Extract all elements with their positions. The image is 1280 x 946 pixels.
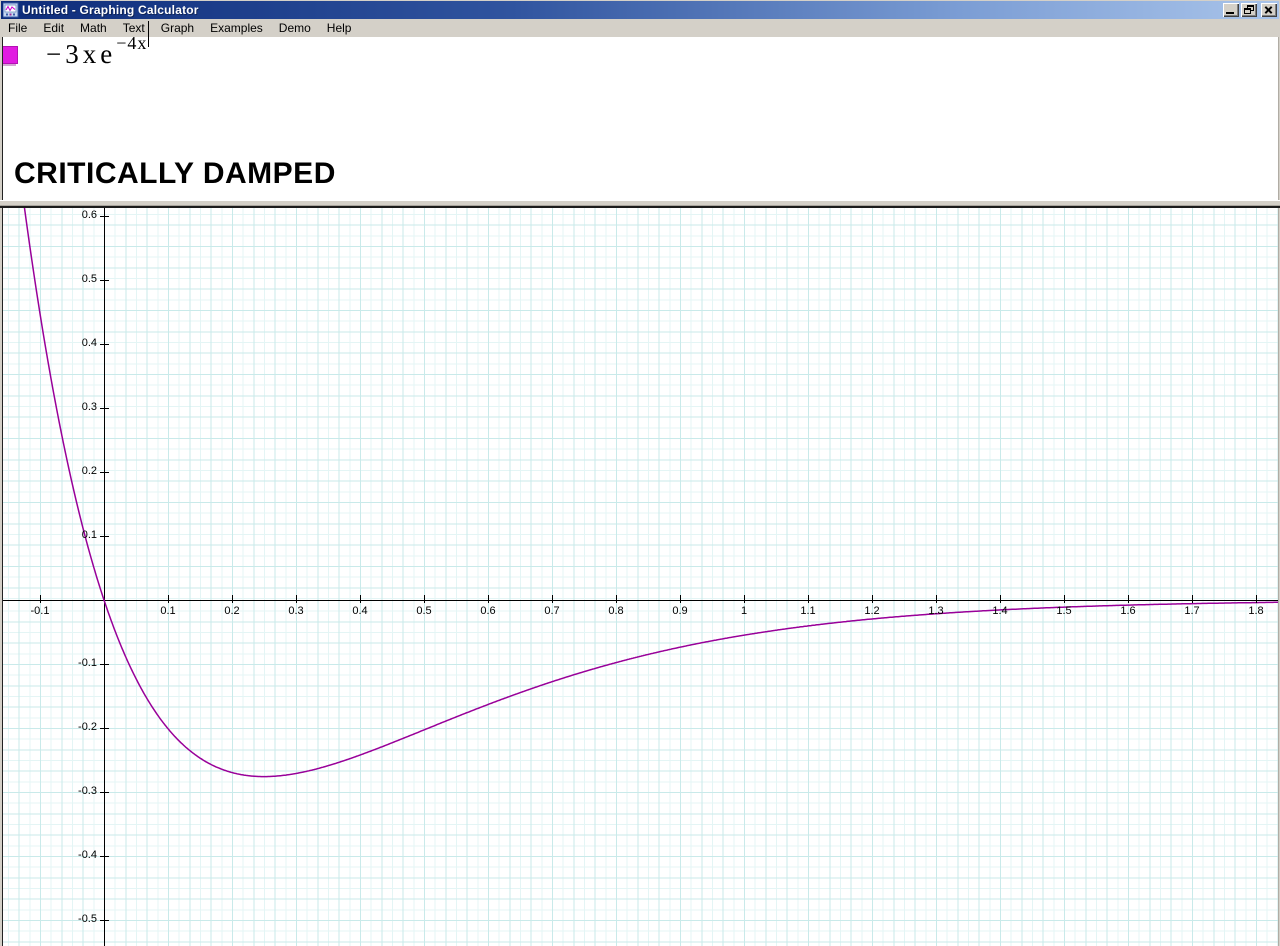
minimize-icon [1226,12,1234,14]
x-tick-label: 0.8 [608,605,623,617]
x-tick-label: 1.2 [864,605,879,617]
x-tick-label: 1.7 [1184,605,1199,617]
annotation-text[interactable]: CRITICALLY DAMPED [14,157,336,191]
equation-base: −3xe [46,39,116,69]
x-tick-label: 0.2 [224,605,239,617]
app-icon[interactable] [3,2,19,18]
y-tick [100,792,109,793]
x-tick-label: 1.6 [1120,605,1135,617]
menu-item-help[interactable]: Help [319,20,360,36]
x-tick [424,595,425,603]
x-tick [872,595,873,603]
x-tick-label: 0.7 [544,605,559,617]
x-tick [168,595,169,603]
x-tick [232,595,233,603]
x-tick [40,595,41,603]
y-tick [100,920,109,921]
x-tick-label: 1.8 [1248,605,1263,617]
y-tick-label: -0.2 [0,721,97,733]
menu-item-file[interactable]: File [2,20,35,36]
pane-border [0,208,3,946]
x-tick [744,595,745,603]
y-tick-label: -0.3 [0,785,97,797]
menubar: File Edit Math Text Graph Examples Demo … [2,19,1278,37]
menu-item-graph[interactable]: Graph [153,20,202,36]
y-tick [100,216,109,217]
curve-canvas [0,208,1280,946]
app-window: Untitled - Graphing Calculator File Edit… [0,0,1280,946]
x-tick-label: 0.1 [160,605,175,617]
y-tick [100,408,109,409]
close-button[interactable] [1261,3,1277,17]
y-tick-label: 0.3 [0,401,97,413]
x-tick [552,595,553,603]
x-tick [1192,595,1193,603]
x-tick-label: 1.3 [928,605,943,617]
x-tick [1000,595,1001,603]
x-tick [936,595,937,603]
x-tick-label: 0.4 [352,605,367,617]
menu-item-edit[interactable]: Edit [35,20,72,36]
x-tick [296,595,297,603]
y-tick [100,344,109,345]
x-tick-label: 1.4 [992,605,1007,617]
y-tick-label: 0.1 [0,529,97,541]
y-tick [100,856,109,857]
minimize-button[interactable] [1223,3,1239,17]
x-tick [680,595,681,603]
formula-pane[interactable]: −3xe−4x CRITICALLY DAMPED [0,37,1280,200]
x-tick-label: 0.6 [480,605,495,617]
x-tick [808,595,809,603]
y-tick [100,536,109,537]
x-tick [1128,595,1129,603]
x-tick [488,595,489,603]
y-tick [100,728,109,729]
x-tick [1256,595,1257,603]
x-tick-label: 0.5 [416,605,431,617]
y-tick-label: 0.6 [0,209,97,221]
menu-item-math[interactable]: Math [72,20,115,36]
function-curve [0,208,1280,777]
y-tick [100,472,109,473]
y-tick-label: -0.1 [0,657,97,669]
titlebar[interactable]: Untitled - Graphing Calculator [1,1,1279,19]
y-tick [100,664,109,665]
y-tick-label: -0.4 [0,849,97,861]
menu-item-examples[interactable]: Examples [202,20,271,36]
menu-item-demo[interactable]: Demo [271,20,319,36]
equation-input[interactable]: −3xe−4x [46,37,149,70]
y-tick [100,280,109,281]
pane-border [0,37,3,200]
graph-pane[interactable]: -0.1 0.1 0.2 0.3 0.4 0.5 0.6 0.7 0.8 0.9 1 1.1 1.2 1.… [0,208,1280,946]
pane-splitter[interactable] [0,200,1280,208]
x-tick-label: 1 [741,605,747,617]
y-tick-label: 0.2 [0,465,97,477]
window-controls [1223,3,1277,17]
equation-exponent: −4x [116,33,147,53]
x-tick-label: 1.5 [1056,605,1071,617]
x-tick-label: 1.1 [800,605,815,617]
y-tick-label: 0.5 [0,273,97,285]
x-tick [616,595,617,603]
x-tick-label: -0.1 [31,605,50,617]
x-tick [360,595,361,603]
x-tick-label: 0.9 [672,605,687,617]
restore-button[interactable] [1241,3,1257,17]
y-tick-label: 0.4 [0,337,97,349]
x-tick-label: 0.3 [288,605,303,617]
window-title: Untitled - Graphing Calculator [22,3,199,17]
y-tick-label: -0.5 [0,913,97,925]
x-tick [1064,595,1065,603]
text-cursor [148,21,149,47]
